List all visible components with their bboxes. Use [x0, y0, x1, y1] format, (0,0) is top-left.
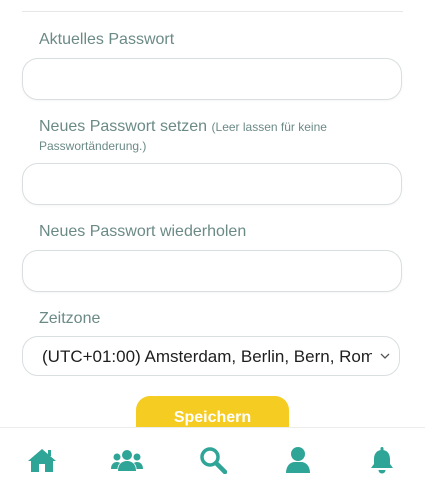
repeat-password-label: Neues Passwort wiederholen: [39, 223, 247, 240]
bottom-navigation: [0, 427, 425, 490]
current-password-input[interactable]: [22, 58, 402, 100]
nav-profile[interactable]: [283, 446, 313, 474]
current-password-label: Aktuelles Passwort: [39, 31, 175, 48]
user-icon: [285, 446, 311, 474]
new-password-hint-line2: Passwortänderung.): [39, 139, 147, 153]
timezone-label: Zeitzone: [39, 310, 101, 327]
chevron-down-icon: [379, 350, 391, 362]
timezone-select[interactable]: (UTC+01:00) Amsterdam, Berlin, Bern, Rom: [22, 336, 400, 376]
nav-search[interactable]: [198, 446, 228, 474]
repeat-password-input[interactable]: [22, 250, 402, 292]
users-icon: [111, 447, 143, 473]
nav-home[interactable]: [27, 446, 57, 474]
new-password-label: Neues Passwort setzen: [39, 118, 208, 135]
new-password-input[interactable]: [22, 163, 402, 205]
bell-icon: [369, 446, 395, 474]
nav-notifications[interactable]: [367, 446, 397, 474]
timezone-selected-value: (UTC+01:00) Amsterdam, Berlin, Bern, Rom: [42, 347, 372, 366]
home-icon: [27, 447, 57, 473]
nav-groups[interactable]: [111, 446, 143, 474]
top-divider: [22, 11, 403, 12]
new-password-hint: (Leer lassen für keine: [211, 120, 327, 134]
search-icon: [199, 446, 227, 474]
new-password-label-row: Neues Passwort setzen (Leer lassen für k…: [39, 118, 327, 136]
